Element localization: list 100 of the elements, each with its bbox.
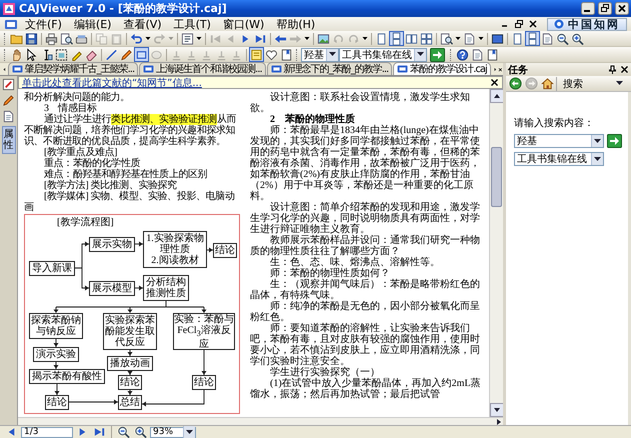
paragraph: 3 情感目标 <box>43 103 97 114</box>
menu-item[interactable]: 查看(V) <box>118 18 167 30</box>
page-magnifier-icon[interactable] <box>439 31 454 46</box>
bookmark-icon[interactable] <box>279 47 294 62</box>
paragraph: 生：（观察并闻气味后）：苯酚是略带粉红色的晶体，有特殊气味。 <box>250 279 481 301</box>
source-combo[interactable]: 工具书集锦在线 <box>339 48 427 62</box>
bookmark-icon[interactable] <box>485 47 500 62</box>
flow-arrow <box>68 400 118 404</box>
paragraph: 生：色、态、味、熔沸点、溶解性等。 <box>269 257 441 268</box>
flowchart-node: 结论 <box>213 243 237 258</box>
line-icon[interactable] <box>104 47 119 62</box>
zoom-out-icon[interactable] <box>555 31 570 46</box>
horizontal-scrollbar[interactable] <box>18 417 503 425</box>
back-icon[interactable] <box>508 76 522 90</box>
caret-icon <box>417 52 424 57</box>
paragraph: 难点：酚羟基和醇羟基在性质上的区别 <box>43 169 208 180</box>
continuous-pages-icon[interactable] <box>389 31 404 46</box>
flow-arrow <box>142 390 204 406</box>
page-field[interactable]: 1/3 <box>21 426 73 438</box>
source-combo[interactable]: 工具书集锦在线 <box>514 152 604 166</box>
zoom-combo[interactable]: 93% <box>150 426 196 438</box>
flowchart-node: 播放动画 <box>107 356 153 371</box>
paragraph: 和分析解决问题的能力。 <box>24 92 131 103</box>
paragraph: 师：苯酚最早是1834年由兰格(lunge)在煤焦油中发现的，其实我们好多同学都接触过苯酚，在平常使用的药皂中就含有一定量苯酚，苯酚有毒，但稀的苯酚溶液有杀菌、消毒作用，故苯酚被广泛用于医药，如苯酚软膏(2%)有皮肤止痒防腐的作用，苯酚甘油（2%）用于中耳炎等，苯酚还是一种重要的化工原料。 <box>250 125 481 202</box>
window-title: CAJViewer 7.0 - [苯酚的教学设计.caj] <box>19 1 228 16</box>
pencil-icon[interactable] <box>2 94 15 107</box>
zoom-out-icon[interactable] <box>116 424 131 438</box>
note-icon[interactable] <box>249 47 264 62</box>
flowchart-node: 导入新课 <box>29 261 75 276</box>
pin-icon[interactable] <box>608 65 617 74</box>
close-button[interactable] <box>615 2 629 15</box>
search-prompt: 请输入搜索内容： <box>514 116 595 130</box>
app-icon <box>2 2 16 16</box>
disk-icon[interactable] <box>24 31 39 46</box>
paragraph: 通过让学生进行类比推测、实验验证推测从而不断解决问题，培养他们学习化学的兴趣和探求知识、不断进取的优良品质，提高学生科学素养。 <box>24 114 238 147</box>
flowchart-node: 分析结构推测性质 <box>143 275 189 301</box>
paragraph: [教学媒体] 实物、模型、实验、投影、电脑动画 <box>24 191 236 213</box>
flow-arrow <box>202 350 206 376</box>
help-icon[interactable] <box>455 47 470 62</box>
menu-item[interactable]: 文件(F) <box>20 18 67 30</box>
document-tab[interactable]: 肇启契学炳耀千古_王懿荣... <box>8 62 138 75</box>
go-button[interactable] <box>430 48 445 62</box>
properties-icon[interactable] <box>180 31 195 46</box>
note-icon[interactable] <box>2 78 15 91</box>
menu-item[interactable]: 帮助(H) <box>271 18 320 30</box>
document-icon[interactable] <box>4 18 18 30</box>
paragraph: 设计意图：简单介绍苯酚的发现和用途，激发学生学习化学的兴趣，同时说明物质具有两面性，对学生进行辩证唯物主义教育。 <box>250 202 481 235</box>
globe-icon <box>554 19 564 29</box>
scroll-up-icon[interactable] <box>490 89 504 103</box>
flowchart-node: 实验：苯酚与FeCl$_{3}$溶液反应 <box>173 313 235 350</box>
scroll-down-icon[interactable] <box>490 403 504 417</box>
zoom-in-icon[interactable] <box>133 424 148 438</box>
caret-icon <box>186 430 193 434</box>
document-icon[interactable] <box>470 47 485 62</box>
document-icon[interactable] <box>540 31 555 46</box>
page-magnifier-icon[interactable] <box>59 31 74 46</box>
document-icon <box>397 64 408 74</box>
flowchart-node: 探索苯酚钠与钠反应 <box>29 313 83 339</box>
menu-item[interactable]: 窗口(W) <box>218 18 270 30</box>
search-combo[interactable]: 羟基 <box>514 134 604 148</box>
paragraph: 教师展示苯酚样品并设问：通常我们研究一种物质的物理性质往往了解哪些方面？ <box>250 235 481 257</box>
caret-icon <box>616 81 623 86</box>
flowchart-node: 实验探索苯酚能发生取代反应 <box>103 313 157 350</box>
printer-icon[interactable] <box>44 31 59 46</box>
flowchart-node: 演示实验 <box>33 347 79 362</box>
home-icon[interactable] <box>540 76 554 90</box>
flowchart-node: 结论 <box>45 395 69 410</box>
zoom-in-icon[interactable] <box>570 31 585 46</box>
vertical-scrollbar[interactable] <box>489 89 503 417</box>
continuous-pages-icon[interactable] <box>525 31 540 46</box>
pencil-icon[interactable] <box>119 47 134 62</box>
undo-arrow-icon[interactable] <box>129 31 144 46</box>
brand-logo[interactable]: 中国知网 <box>547 18 627 30</box>
close-icon[interactable] <box>490 78 499 87</box>
side-tab[interactable]: 属性 <box>2 126 16 154</box>
rectangle-icon[interactable] <box>134 47 149 62</box>
info-link[interactable]: 单击此处查看此篇文献的“知网节”信息... <box>22 76 490 90</box>
paragraph: [教学重点及难点] <box>43 147 118 158</box>
menu-item[interactable]: 编辑(E) <box>68 18 116 30</box>
scroll-thumb[interactable] <box>491 147 502 207</box>
menu-item[interactable]: 工具(T) <box>168 18 216 30</box>
close-icon[interactable] <box>620 65 629 74</box>
go-button[interactable] <box>607 134 622 148</box>
document-tab[interactable]: 新理念下的_苯酚_的教学... <box>266 62 392 75</box>
close-button[interactable] <box>527 18 539 30</box>
restore-button[interactable] <box>513 18 525 30</box>
document-icon[interactable] <box>462 31 477 46</box>
section-heading: 2 苯酚的物理性质 <box>269 114 356 125</box>
flowchart-node: 结论 <box>118 375 142 390</box>
document-icon[interactable] <box>2 110 15 123</box>
document-icon <box>143 64 154 74</box>
search-combo[interactable]: 羟基 <box>301 48 339 62</box>
image-select-icon[interactable] <box>54 47 69 62</box>
restore-button[interactable] <box>598 2 612 15</box>
flow-arrow <box>54 384 60 396</box>
panel-title: 任务 <box>508 64 529 76</box>
four-pages-icon[interactable] <box>419 31 434 46</box>
document-tab[interactable]: 上海诞生首个和谐校园测... <box>139 62 266 75</box>
flowchart-node: 展示实物 <box>89 237 135 252</box>
minimize-button[interactable] <box>581 2 595 15</box>
